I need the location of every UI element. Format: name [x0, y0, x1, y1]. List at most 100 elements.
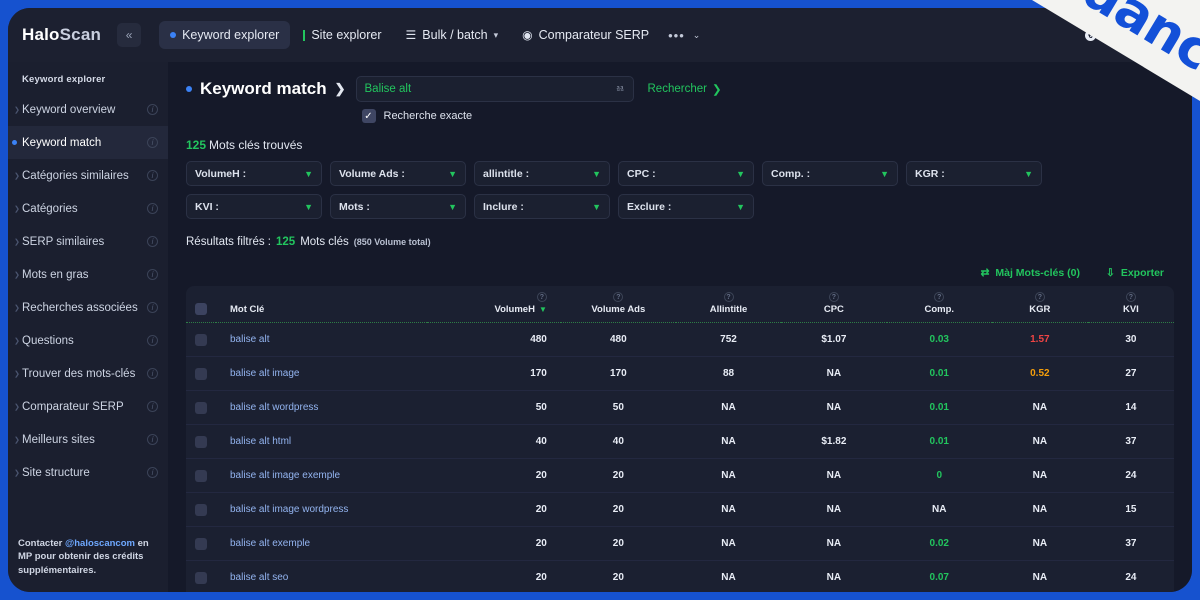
info-icon[interactable]: i	[147, 401, 158, 412]
cell-cpc: NA	[781, 527, 886, 561]
chevron-right-icon: ❯	[14, 271, 20, 279]
sidebar-item-site-structure[interactable]: ❯ Site structure i	[8, 456, 168, 489]
column-header-kvi[interactable]: ? KVI	[1088, 286, 1174, 323]
row-checkbox[interactable]	[195, 572, 207, 584]
cell-keyword[interactable]: balise alt image	[216, 357, 427, 391]
filter-volume-ads[interactable]: Volume Ads : ▼	[330, 161, 466, 186]
sidebar-item-mots-en-gras[interactable]: ❯ Mots en gras i	[8, 258, 168, 291]
nav-label: Bulk / batch	[422, 28, 487, 42]
cell-kvi: 37	[1088, 425, 1174, 459]
select-all-checkbox[interactable]	[195, 303, 207, 315]
cell-keyword[interactable]: balise alt image wordpress	[216, 493, 427, 527]
sidebar-item-recherches-associees[interactable]: ❯ Recherches associées i	[8, 291, 168, 324]
column-header-comp[interactable]: ? Comp.	[887, 286, 992, 323]
info-icon[interactable]: i	[147, 335, 158, 346]
info-icon[interactable]: i	[147, 104, 158, 115]
cell-keyword[interactable]: balise alt seo	[216, 561, 427, 593]
search-submit-button[interactable]: Rechercher ❯	[648, 82, 722, 96]
sidebar-item-comparateur-serp[interactable]: ❯ Comparateur SERP i	[8, 390, 168, 423]
nav-overflow-chevron-down-icon[interactable]: ⌄	[693, 30, 701, 41]
nav-item-bulk-batch[interactable]: ☰ Bulk / batch ▾	[395, 21, 510, 49]
row-checkbox[interactable]	[195, 402, 207, 414]
sidebar-item-keyword-overview[interactable]: ❯ Keyword overview i	[8, 93, 168, 126]
sidebar-item-questions[interactable]: ❯ Questions i	[8, 324, 168, 357]
nav-item-keyword-explorer[interactable]: Keyword explorer	[159, 21, 290, 49]
info-icon[interactable]: i	[147, 137, 158, 148]
refresh-keywords-button[interactable]: ⇄ Màj Mots-clés (0)	[981, 267, 1080, 279]
table-row[interactable]: balise alt html4040NA$1.820.01NA37	[186, 425, 1174, 459]
row-checkbox[interactable]	[195, 470, 207, 482]
info-icon[interactable]: i	[147, 467, 158, 478]
help-icon[interactable]: ?	[537, 292, 547, 302]
table-row[interactable]: balise alt image wordpress2020NANANANA15	[186, 493, 1174, 527]
column-header-volume-ads[interactable]: ? Volume Ads	[561, 286, 676, 323]
sidebar-item-trouver-des-mots-cles[interactable]: ❯ Trouver des mots-clés i	[8, 357, 168, 390]
row-checkbox[interactable]	[195, 334, 207, 346]
table-row[interactable]: balise alt image17017088NA0.010.5227	[186, 357, 1174, 391]
cell-kgr: NA	[992, 425, 1088, 459]
chevron-double-left-icon: «	[126, 28, 133, 42]
info-icon[interactable]: i	[147, 203, 158, 214]
help-icon[interactable]: ?	[1035, 292, 1045, 302]
column-header-mot-cle[interactable]: Mot Clé	[216, 286, 427, 323]
row-checkbox[interactable]	[195, 538, 207, 550]
cell-keyword[interactable]: balise alt	[216, 323, 427, 357]
cell-keyword[interactable]: balise alt html	[216, 425, 427, 459]
exact-search-checkbox[interactable]: ✓	[362, 109, 376, 123]
column-header-cpc[interactable]: ? CPC	[781, 286, 886, 323]
column-header-allintitle[interactable]: ? Allintitle	[676, 286, 781, 323]
sidebar-item-meilleurs-sites[interactable]: ❯ Meilleurs sites i	[8, 423, 168, 456]
column-header-volumeh[interactable]: ? VolumeH ▼	[427, 286, 561, 323]
sidebar-item-categories-similaires[interactable]: ❯ Catégories similaires i	[8, 159, 168, 192]
info-icon[interactable]: i	[147, 236, 158, 247]
keyword-search-input[interactable]: Balise alt ⎂	[356, 76, 634, 102]
credits-indicator[interactable]: € Crédits	[1085, 28, 1140, 42]
column-header-kgr[interactable]: ? KGR	[992, 286, 1088, 323]
refresh-label: Màj Mots-clés (0)	[995, 267, 1080, 279]
info-icon[interactable]: i	[147, 170, 158, 181]
info-icon[interactable]: i	[147, 434, 158, 445]
help-icon[interactable]: ?	[934, 292, 944, 302]
table-row[interactable]: balise alt480480752$1.070.031.5730	[186, 323, 1174, 357]
sidebar-item-serp-similaires[interactable]: ❯ SERP similaires i	[8, 225, 168, 258]
cell-kgr: NA	[992, 561, 1088, 593]
row-checkbox[interactable]	[195, 504, 207, 516]
cell-keyword[interactable]: balise alt wordpress	[216, 391, 427, 425]
nav-item-comparateur-serp[interactable]: ◉ Comparateur SERP	[511, 21, 660, 49]
filter-comp[interactable]: Comp. : ▼	[762, 161, 898, 186]
info-icon[interactable]: i	[147, 368, 158, 379]
sidebar-collapse-button[interactable]: «	[117, 23, 141, 47]
export-button[interactable]: ⇩ Exporter	[1106, 267, 1164, 279]
info-icon[interactable]: i	[147, 302, 158, 313]
sidebar-item-keyword-match[interactable]: Keyword match i	[8, 126, 168, 159]
filter-mots[interactable]: Mots : ▼	[330, 194, 466, 219]
filter-cpc[interactable]: CPC : ▼	[618, 161, 754, 186]
filter-allintitle[interactable]: allintitle : ▼	[474, 161, 610, 186]
help-icon[interactable]: ?	[829, 292, 839, 302]
filter-volumeh[interactable]: VolumeH : ▼	[186, 161, 322, 186]
info-icon[interactable]: i	[147, 269, 158, 280]
help-icon[interactable]: ?	[724, 292, 734, 302]
table-row[interactable]: balise alt seo2020NANA0.07NA24	[186, 561, 1174, 593]
cell-keyword[interactable]: balise alt image exemple	[216, 459, 427, 493]
sidebar-item-categories[interactable]: ❯ Catégories i	[8, 192, 168, 225]
row-checkbox[interactable]	[195, 368, 207, 380]
table-row[interactable]: balise alt wordpress5050NANA0.01NA14	[186, 391, 1174, 425]
help-icon[interactable]: ?	[1126, 292, 1136, 302]
row-checkbox[interactable]	[195, 436, 207, 448]
filter-inclure[interactable]: Inclure : ▼	[474, 194, 610, 219]
table-row[interactable]: balise alt image exemple2020NANA0NA24	[186, 459, 1174, 493]
filter-kgr[interactable]: KGR : ▼	[906, 161, 1042, 186]
filter-exclure[interactable]: Exclure : ▼	[618, 194, 754, 219]
app-logo[interactable]: HaloScan	[22, 25, 101, 45]
nav-overflow-button[interactable]: •••	[662, 28, 691, 43]
user-account-button[interactable]	[1156, 27, 1172, 43]
text-cursor-icon: ⎂	[616, 83, 625, 96]
table-row[interactable]: balise alt exemple2020NANA0.02NA37	[186, 527, 1174, 561]
help-icon[interactable]: ?	[613, 292, 623, 302]
cell-keyword[interactable]: balise alt exemple	[216, 527, 427, 561]
chevron-down-icon: ▼	[736, 202, 745, 212]
nav-item-site-explorer[interactable]: Site explorer	[292, 21, 392, 49]
footer-handle-link[interactable]: @haloscancom	[65, 538, 135, 549]
filter-kvi[interactable]: KVI : ▼	[186, 194, 322, 219]
